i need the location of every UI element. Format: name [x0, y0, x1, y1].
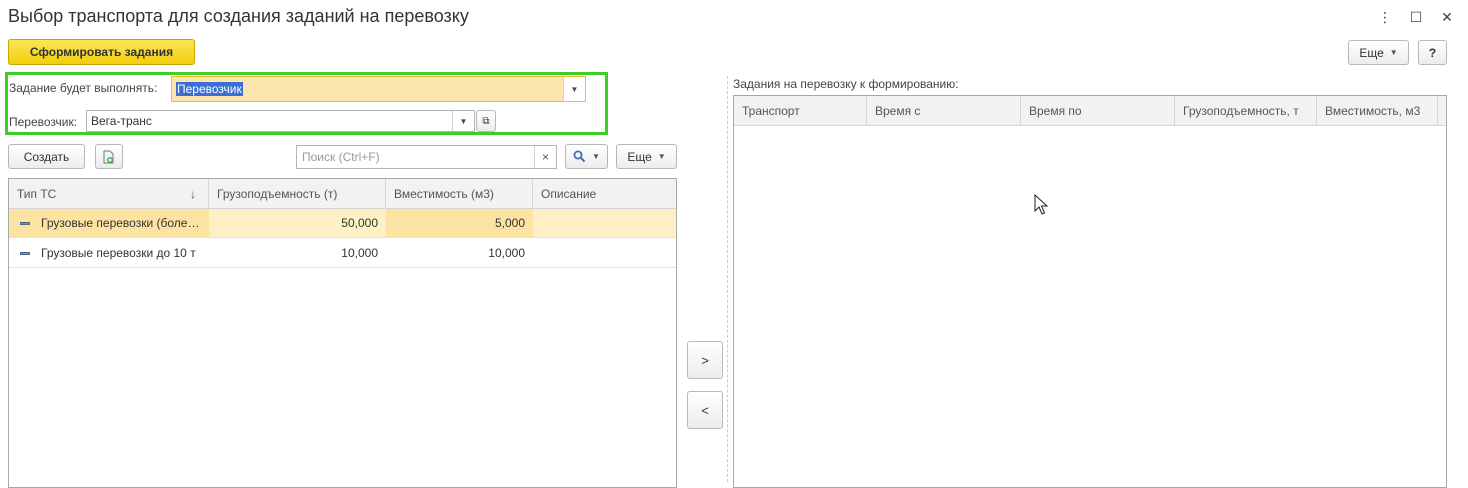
search-input[interactable]: Поиск (Ctrl+F) × — [296, 145, 557, 169]
cell-capacity: 10,000 — [341, 246, 378, 260]
panel-divider[interactable] — [727, 76, 728, 482]
column-header-type[interactable]: Тип ТС ↓ — [9, 179, 209, 209]
clear-search-icon[interactable]: × — [534, 146, 556, 168]
search-placeholder: Поиск (Ctrl+F) — [302, 150, 380, 164]
table-header: Тип ТС ↓ Грузоподъемность (т) Вместимост… — [9, 179, 676, 209]
tasks-table[interactable]: Транспорт Время с Время по Грузоподъемно… — [733, 95, 1447, 488]
column-header-volume[interactable]: Вместимость (м3) — [386, 179, 533, 209]
maximize-icon[interactable]: ☐ — [1405, 6, 1427, 28]
search-button[interactable]: ▼ — [565, 144, 608, 169]
chevron-down-icon[interactable]: ▼ — [452, 111, 474, 131]
sort-down-icon: ↓ — [190, 187, 196, 201]
more-button[interactable]: Еще ▼ — [1348, 40, 1409, 65]
column-header-transport[interactable]: Транспорт — [734, 96, 867, 126]
form-tasks-button[interactable]: Сформировать задания — [8, 39, 195, 65]
window-title: Выбор транспорта для создания заданий на… — [8, 6, 469, 26]
more-actions-icon[interactable]: ⋮ — [1374, 6, 1396, 28]
left-more-button[interactable]: Еще ▼ — [616, 144, 677, 169]
close-icon[interactable]: ✕ — [1436, 6, 1458, 28]
column-header-time-from[interactable]: Время с — [867, 96, 1021, 126]
open-carrier-button[interactable]: ⧉ — [476, 110, 496, 132]
add-to-tasks-button[interactable]: > — [687, 341, 723, 379]
more-button-label: Еще — [1359, 45, 1384, 60]
tasks-table-header: Транспорт Время с Время по Грузоподъемно… — [734, 96, 1446, 126]
column-header-capacity-t[interactable]: Грузоподъемность, т — [1175, 96, 1317, 126]
remove-from-tasks-button[interactable]: < — [687, 391, 723, 429]
table-row[interactable]: Грузовые перевозки (более 10 т) 50,000 5… — [9, 209, 676, 238]
cell-description — [533, 239, 676, 268]
carrier-label: Перевозчик: — [9, 115, 78, 129]
open-form-icon: ⧉ — [482, 115, 490, 127]
copy-button[interactable] — [95, 144, 123, 169]
search-icon — [573, 150, 586, 163]
executor-label: Задание будет выполнять: — [9, 81, 158, 95]
column-header-volume-m3[interactable]: Вместимость, м3 — [1317, 96, 1438, 126]
chevron-down-icon[interactable]: ▼ — [563, 77, 585, 101]
executor-value: Перевозчик — [176, 82, 243, 96]
table-row[interactable]: Грузовые перевозки до 10 т 10,000 10,000 — [9, 239, 676, 268]
cell-volume: 10,000 — [488, 246, 525, 260]
chevron-down-icon: ▼ — [657, 152, 666, 161]
create-button[interactable]: Создать — [8, 144, 85, 169]
column-header-capacity[interactable]: Грузоподъемность (т) — [209, 179, 386, 209]
catalog-item-icon — [20, 252, 30, 255]
column-header-time-to[interactable]: Время по — [1021, 96, 1175, 126]
chevron-down-icon: ▼ — [1389, 48, 1398, 57]
cell-type: Грузовые перевозки (более 10 т) — [9, 209, 209, 238]
carrier-field[interactable]: Вега-транс ▼ — [86, 110, 475, 132]
tasks-caption: Задания на перевозку к формированию: — [733, 77, 959, 91]
mouse-cursor-icon — [1034, 194, 1049, 215]
help-button[interactable]: ? — [1418, 40, 1447, 65]
left-more-label: Еще — [627, 149, 652, 164]
cell-volume: 5,000 — [386, 209, 533, 238]
column-header-overflow — [1438, 96, 1446, 126]
cell-type: Грузовые перевозки до 10 т — [41, 246, 196, 260]
chevron-down-icon: ▼ — [592, 152, 600, 161]
vehicle-types-table[interactable]: Тип ТС ↓ Грузоподъемность (т) Вместимост… — [8, 178, 677, 488]
cell-description — [533, 209, 676, 238]
copy-document-icon — [103, 150, 114, 163]
catalog-item-icon — [20, 222, 30, 225]
cell-capacity: 50,000 — [341, 216, 378, 230]
column-header-description[interactable]: Описание — [533, 179, 676, 209]
executor-field[interactable]: Перевозчик ▼ — [171, 76, 586, 102]
carrier-value: Вега-транс — [91, 114, 152, 128]
